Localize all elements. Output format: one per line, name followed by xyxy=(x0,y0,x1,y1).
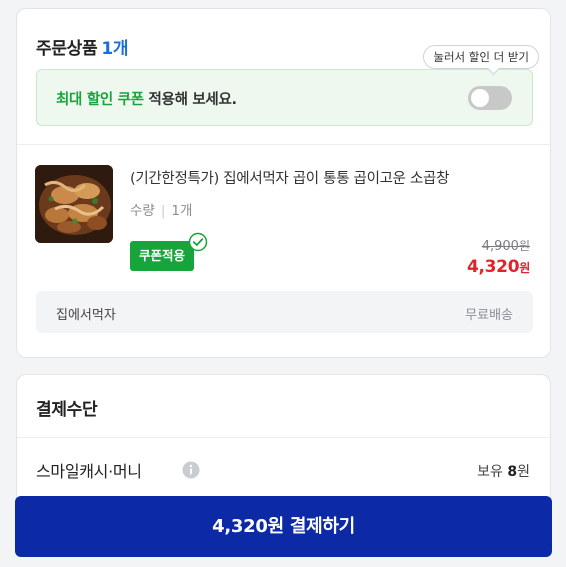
product-thumbnail[interactable] xyxy=(35,165,113,243)
balance-value: 8 xyxy=(507,464,518,480)
info-icon[interactable] xyxy=(182,461,200,479)
check-circle-icon xyxy=(188,232,208,252)
order-title-label: 주문상품 xyxy=(36,39,98,59)
discounted-price-currency: 원 xyxy=(519,261,530,275)
quantity-separator: | xyxy=(160,203,166,219)
discount-tooltip: 눌러서 할인 더 받기 xyxy=(423,45,539,69)
coupon-banner-message: 적용해 보세요. xyxy=(148,92,238,108)
quantity-label: 수량 xyxy=(130,203,155,219)
order-products-title: 주문상품 1개 xyxy=(36,34,129,59)
original-price-currency: 원 xyxy=(518,239,530,253)
pay-amount: 4,320원 xyxy=(212,516,284,537)
seller-info-box: 집에서먹자 무료배송 xyxy=(36,291,533,333)
smile-cash-balance: 보유 8원 xyxy=(477,461,530,481)
coupon-banner[interactable]: 최대 할인 쿠폰 적용해 보세요. xyxy=(36,69,533,126)
discounted-price: 4,320원 xyxy=(467,257,530,277)
smile-cash-label[interactable]: 스마일캐시·머니 xyxy=(36,458,142,482)
order-item-count: 1개 xyxy=(101,39,129,59)
product-quantity: 수량 | 1개 xyxy=(130,199,192,219)
quantity-value: 1개 xyxy=(171,203,193,219)
shipping-info: 무료배송 xyxy=(465,308,513,323)
section-divider xyxy=(17,144,550,145)
coupon-toggle[interactable] xyxy=(468,86,512,110)
section-divider xyxy=(17,437,550,438)
coupon-highlight: 최대 할인 쿠폰 xyxy=(56,92,144,108)
balance-unit: 원 xyxy=(517,464,530,480)
seller-name[interactable]: 집에서먹자 xyxy=(56,304,116,323)
pay-label: 결제하기 xyxy=(289,516,355,537)
product-name[interactable]: (기간한정특가) 집에서먹자 곱이 통통 곱이고운 소곱창 xyxy=(130,167,530,188)
pay-button[interactable]: 4,320원 결제하기 xyxy=(15,496,552,557)
food-image-icon xyxy=(35,165,113,243)
discounted-price-value: 4,320 xyxy=(466,257,520,277)
toggle-knob xyxy=(471,89,489,107)
coupon-banner-text: 최대 할인 쿠폰 적용해 보세요. xyxy=(56,88,237,109)
original-price: 4,900원 xyxy=(482,237,530,254)
original-price-value: 4,900 xyxy=(481,239,519,254)
order-products-card: 주문상품 1개 눌러서 할인 더 받기 최대 할인 쿠폰 적용해 보세요. (기… xyxy=(16,8,551,358)
coupon-applied-badge[interactable]: 쿠폰적용 xyxy=(130,241,195,271)
payment-method-title: 결제수단 xyxy=(36,400,98,420)
balance-label: 보유 xyxy=(477,464,503,480)
